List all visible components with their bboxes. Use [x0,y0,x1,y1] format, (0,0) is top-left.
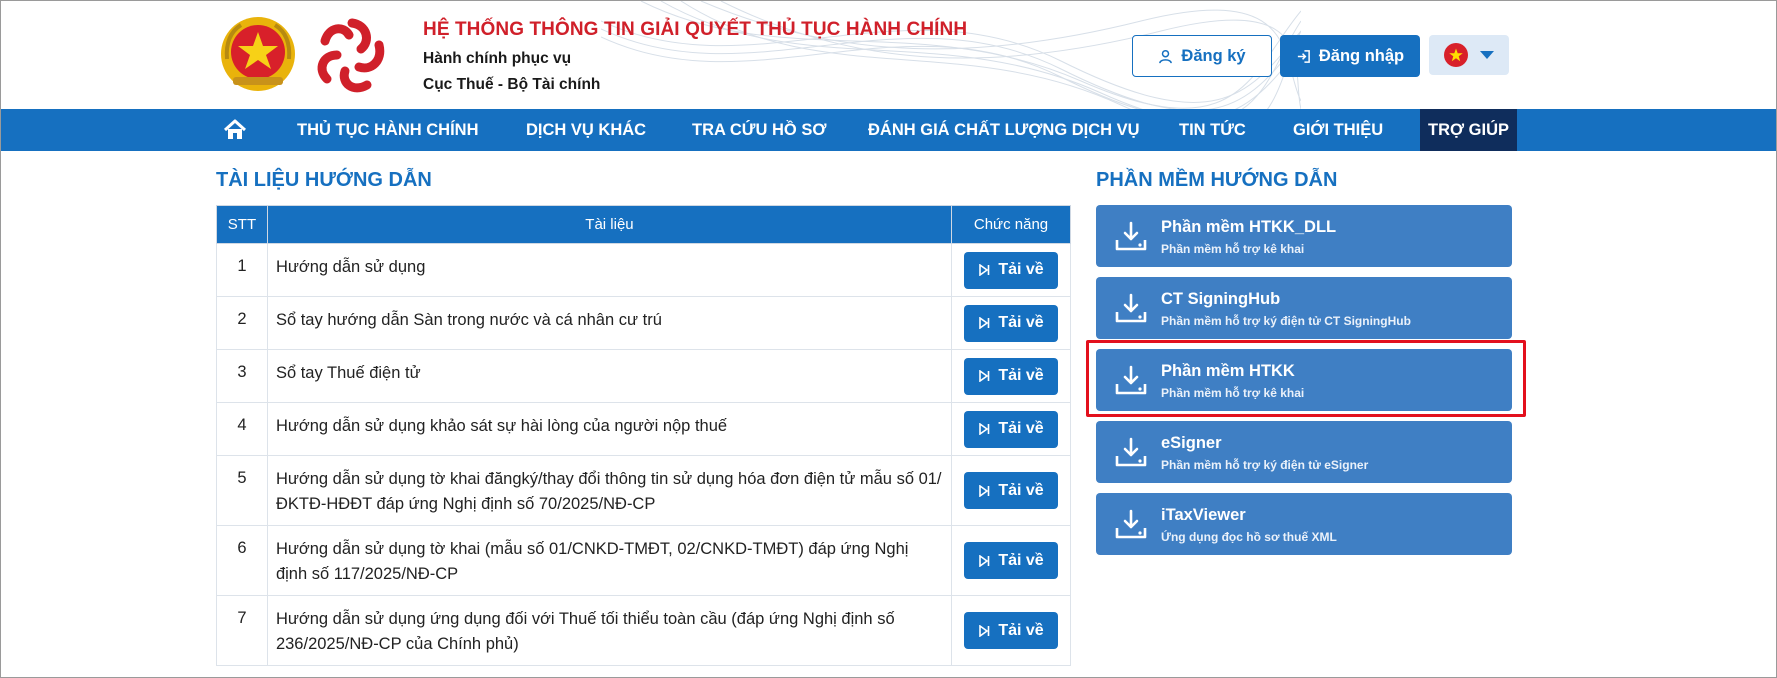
download-icon [979,423,990,435]
software-desc: Ứng dụng đọc hồ sơ thuế XML [1161,530,1337,544]
language-selector[interactable] [1429,35,1509,75]
site-subtitle: Hành chính phục vụ [423,50,572,67]
software-desc: Phần mềm hỗ trợ kê khai [1161,242,1305,256]
nav-tro-giup[interactable]: TRỢ GIÚP [1420,109,1517,151]
nav-tin-tuc[interactable]: TIN TỨC [1179,109,1246,151]
row-actions: Tải về [951,402,1071,456]
documents-table: STT Tài liệu Chức năng 1 Hướng dẫn sử dụ… [216,205,1071,666]
row-document: Hướng dẫn sử dụng tờ khai đăngký/thay đổ… [266,455,953,526]
site-title: HỆ THỐNG THÔNG TIN GIẢI QUYẾT THỦ TỤC HÀ… [423,19,968,40]
row-document: Sổ tay hướng dẫn Sàn trong nước và cá nh… [266,296,953,350]
download-button[interactable]: Tải về [964,357,1058,395]
row-stt: 6 [216,525,268,596]
row-document: Hướng dẫn sử dụng tờ khai (mẫu số 01/CNK… [266,525,953,596]
table-row: 7 Hướng dẫn sử dụng ứng dụng đối với Thu… [216,595,1071,666]
register-button[interactable]: Đăng ký [1132,35,1272,77]
col-stt: STT [216,205,268,244]
download-icon [979,264,990,276]
software-name: iTaxViewer [1161,506,1246,524]
download-label: Tải về [998,481,1044,499]
row-actions: Tải về [951,595,1071,666]
software-desc: Phần mềm hỗ trợ ký điện tử CT SigningHub [1161,314,1411,328]
download-icon [979,370,990,382]
register-label: Đăng ký [1181,46,1246,65]
download-button[interactable]: Tải về [964,472,1058,509]
table-row: 1 Hướng dẫn sử dụng Tải về [216,243,1071,297]
login-button[interactable]: Đăng nhập [1280,35,1420,77]
download-tray-icon [1115,221,1147,251]
download-icon [979,624,990,637]
login-icon [1297,49,1310,63]
nav-dich-vu-khac[interactable]: DỊCH VỤ KHÁC [526,109,646,151]
download-label: Tải về [998,621,1044,639]
row-stt: 1 [216,243,268,297]
download-tray-icon [1115,293,1147,323]
download-label: Tải về [998,551,1044,569]
download-tray-icon [1115,437,1147,467]
nav-gioi-thieu[interactable]: GIỚI THIỆU [1293,109,1383,151]
row-stt: 4 [216,402,268,456]
nav-tra-cuu-ho-so[interactable]: TRA CỨU HỒ SƠ [692,109,826,151]
chevron-down-icon [1480,51,1494,59]
software-card-ct-signinghub[interactable]: CT SigningHub Phần mềm hỗ trợ ký điện tử… [1096,277,1512,339]
table-row: 4 Hướng dẫn sử dụng khảo sát sự hài lòng… [216,402,1071,456]
nav-thu-tuc-hanh-chinh[interactable]: THỦ TỤC HÀNH CHÍNH [297,109,478,151]
download-label: Tải về [998,367,1044,384]
software-card-itaxviewer[interactable]: iTaxViewer Ứng dụng đọc hồ sơ thuế XML [1096,493,1512,555]
row-stt: 7 [216,595,268,666]
download-icon [979,317,990,329]
login-label: Đăng nhập [1318,46,1405,65]
software-title: PHẦN MỀM HƯỚNG DẪN [1096,169,1338,191]
row-actions: Tải về [951,296,1071,350]
download-icon [979,484,990,497]
table-row: 3 Sổ tay Thuế điện tử Tải về [216,349,1071,403]
software-card-esigner[interactable]: eSigner Phần mềm hỗ trợ ký điện tử eSign… [1096,421,1512,483]
software-card-htkk-dll[interactable]: Phần mềm HTKK_DLL Phần mềm hỗ trợ kê kha… [1096,205,1512,267]
download-button[interactable]: Tải về [964,612,1058,649]
home-icon[interactable] [223,119,247,141]
national-emblem-icon [221,17,295,91]
download-button[interactable]: Tải về [964,251,1058,289]
nav-danh-gia-chat-luong[interactable]: ĐÁNH GIÁ CHẤT LƯỢNG DỊCH VỤ [868,109,1140,151]
user-icon [1159,49,1173,63]
download-icon [979,554,990,567]
col-function: Chức năng [951,205,1071,244]
download-label: Tải về [998,314,1044,331]
download-button[interactable]: Tải về [964,410,1058,448]
download-tray-icon [1115,509,1147,539]
col-document: Tài liệu [266,205,953,244]
row-stt: 5 [216,455,268,526]
site-agency: Cục Thuế - Bộ Tài chính [423,76,601,93]
main-nav: THỦ TỤC HÀNH CHÍNH DỊCH VỤ KHÁC TRA CỨU … [1,109,1776,151]
software-name: eSigner [1161,434,1222,452]
software-desc: Phần mềm hỗ trợ ký điện tử eSigner [1161,458,1369,472]
table-row: 5 Hướng dẫn sử dụng tờ khai đăngký/thay … [216,455,1071,526]
row-document: Sổ tay Thuế điện tử [266,349,953,403]
row-actions: Tải về [951,525,1071,596]
row-actions: Tải về [951,455,1071,526]
row-document: Hướng dẫn sử dụng ứng dụng đối với Thuế … [266,595,953,666]
row-stt: 3 [216,349,268,403]
documents-title: TÀI LIỆU HƯỚNG DẪN [216,169,432,191]
tax-department-logo-icon [317,18,385,93]
download-label: Tải về [998,420,1044,437]
software-name: Phần mềm HTKK_DLL [1161,218,1337,236]
site-header: HỆ THỐNG THÔNG TIN GIẢI QUYẾT THỦ TỤC HÀ… [1,1,1776,109]
table-row: 2 Sổ tay hướng dẫn Sàn trong nước và cá … [216,296,1071,350]
vietnam-flag-icon [1444,43,1468,67]
row-stt: 2 [216,296,268,350]
row-document: Hướng dẫn sử dụng khảo sát sự hài lòng c… [266,402,953,456]
table-header-row: STT Tài liệu Chức năng [216,205,1071,244]
download-label: Tải về [998,261,1044,278]
download-button[interactable]: Tải về [964,542,1058,579]
row-actions: Tải về [951,243,1071,297]
row-actions: Tải về [951,349,1071,403]
table-row: 6 Hướng dẫn sử dụng tờ khai (mẫu số 01/C… [216,525,1071,596]
highlight-annotation-box [1086,340,1526,417]
software-name: CT SigningHub [1161,290,1281,308]
brand-block: HỆ THỐNG THÔNG TIN GIẢI QUYẾT THỦ TỤC HÀ… [423,19,967,94]
row-document: Hướng dẫn sử dụng [266,243,953,297]
download-button[interactable]: Tải về [964,304,1058,342]
